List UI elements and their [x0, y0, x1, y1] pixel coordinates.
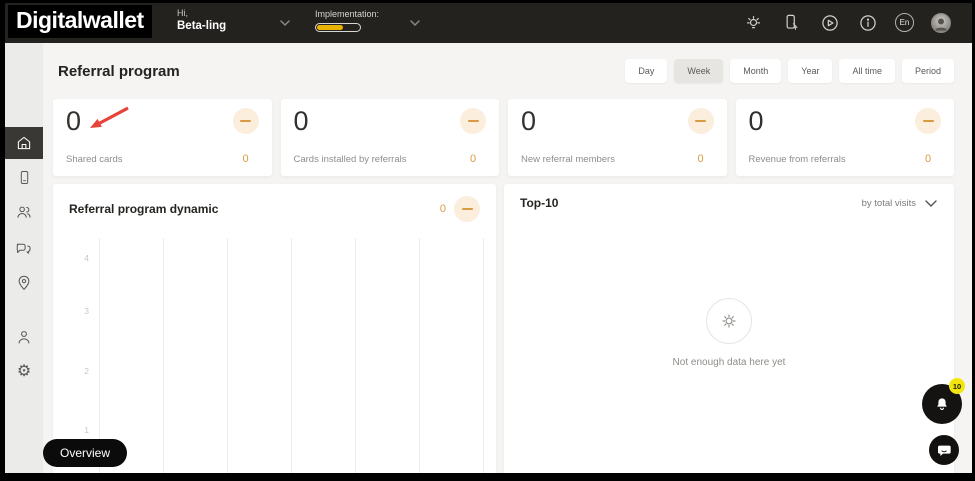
filter-month[interactable]: Month: [730, 59, 782, 83]
filter-day[interactable]: Day: [625, 59, 668, 83]
chat-bubble-icon: [938, 445, 951, 456]
sidebar-item-clients[interactable]: [5, 196, 43, 228]
stat-label: Revenue from referrals: [748, 154, 846, 165]
referral-dynamic-panel: Referral program dynamic 0 4 3 2 1: [53, 184, 496, 473]
play-video-icon[interactable]: [819, 12, 840, 33]
support-chat-button[interactable]: [929, 435, 959, 465]
filter-alltime[interactable]: All time: [839, 59, 895, 83]
stat-card-new-members: 0 New referral members 0: [508, 99, 727, 176]
chevron-down-icon[interactable]: [409, 19, 421, 27]
gridline: [163, 238, 164, 473]
gridline: [483, 238, 484, 473]
stat-label: New referral members: [521, 154, 615, 165]
idea-bulb-icon[interactable]: [743, 12, 764, 33]
person-icon: [18, 331, 30, 344]
app-window: Digitalwallet Hi, Beta-ling Implementati…: [0, 0, 975, 481]
viewport: Digitalwallet Hi, Beta-ling Implementati…: [5, 3, 972, 473]
users-icon: [17, 206, 31, 218]
gridline: [355, 238, 356, 473]
progress-bar: [315, 23, 361, 32]
info-icon[interactable]: [857, 12, 878, 33]
minus-badge-icon[interactable]: [915, 108, 941, 134]
chevron-down-icon[interactable]: [279, 19, 291, 27]
gridline: [419, 238, 420, 473]
sun-icon: [722, 314, 736, 328]
progress-fill: [317, 25, 343, 30]
avatar[interactable]: [931, 12, 951, 33]
sort-dropdown[interactable]: by total visits: [862, 198, 938, 209]
main-content: Referral program Day Week Month Year All…: [43, 43, 972, 473]
panel-title: Referral program dynamic: [69, 202, 219, 216]
sidebar-item-chats[interactable]: [5, 232, 43, 264]
stat-card-cards-installed: 0 Cards installed by referrals 0: [280, 99, 499, 176]
implementation-progress: Implementation:: [315, 9, 379, 32]
y-axis-tick: 3: [84, 306, 89, 316]
y-axis-tick: 1: [84, 425, 89, 435]
sidebar: ⚙: [5, 43, 43, 473]
stat-card-revenue: 0 Revenue from referrals 0: [735, 99, 954, 176]
stat-value: 0: [748, 106, 764, 136]
user-greeting[interactable]: Hi, Beta-ling: [177, 8, 226, 32]
bell-icon: [937, 398, 947, 410]
sidebar-item-staff[interactable]: [5, 321, 43, 353]
stat-counter: 0: [924, 153, 932, 165]
greeting-name: Beta-ling: [177, 20, 227, 32]
top10-panel: Top-10 by total visits Not enough data h…: [504, 184, 954, 473]
stats-row: 0 Shared cards 0 0 Cards installed by re…: [53, 99, 954, 176]
filter-year[interactable]: Year: [788, 59, 833, 83]
header-icons: En: [743, 12, 951, 33]
minus-badge-icon[interactable]: [232, 108, 259, 134]
stat-value: 0: [293, 106, 309, 136]
notification-count-badge: 10: [949, 378, 965, 394]
chats-icon: [16, 243, 31, 254]
panel-counter: 0: [439, 203, 446, 215]
y-axis-tick: 4: [84, 253, 89, 263]
stat-counter: 0: [697, 153, 704, 165]
sort-label: by total visits: [861, 197, 916, 209]
filter-week[interactable]: Week: [674, 59, 724, 83]
minus-badge-icon[interactable]: [460, 108, 486, 134]
stat-value: 0: [521, 106, 537, 136]
stat-label: Cards installed by referrals: [293, 154, 407, 165]
gridline: [227, 238, 228, 473]
greeting-hi: Hi,: [177, 8, 188, 18]
charts-row: Referral program dynamic 0 4 3 2 1 Top-1…: [53, 184, 954, 473]
minus-badge-icon[interactable]: [454, 196, 480, 222]
sidebar-item-cards[interactable]: [5, 161, 43, 193]
page-title: Referral program: [58, 62, 180, 80]
stat-counter: 0: [469, 153, 477, 165]
stat-counter: 0: [242, 153, 249, 165]
y-axis-tick: 2: [84, 366, 89, 376]
sidebar-item-home[interactable]: [5, 127, 43, 159]
filter-period[interactable]: Period: [901, 59, 954, 83]
annotation-arrow: [90, 106, 129, 128]
title-row: Referral program Day Week Month Year All…: [58, 59, 954, 83]
time-filters: Day Week Month Year All time Period: [625, 59, 954, 83]
panel-title: Top-10: [520, 196, 559, 210]
overview-tour-pill[interactable]: Overview: [43, 439, 128, 467]
sidebar-item-settings[interactable]: ⚙: [5, 356, 43, 388]
chevron-down-icon: [925, 199, 937, 207]
gear-icon: ⚙: [16, 363, 32, 380]
sidebar-item-locations[interactable]: [5, 267, 43, 299]
stat-label: Shared cards: [66, 154, 123, 165]
notifications-button[interactable]: 10: [922, 378, 965, 424]
empty-state-text: Not enough data here yet: [672, 357, 786, 368]
card-terminal-icon: [20, 170, 28, 184]
implementation-label: Implementation:: [315, 9, 380, 19]
mobile-demo-icon[interactable]: [781, 12, 802, 33]
empty-state: Not enough data here yet: [520, 298, 938, 368]
top-header: Digitalwallet Hi, Beta-ling Implementati…: [5, 3, 972, 43]
gridline: [291, 238, 292, 473]
home-icon: [17, 136, 31, 150]
minus-badge-icon[interactable]: [687, 108, 714, 134]
location-pin-icon: [18, 275, 30, 290]
gridline: [99, 238, 100, 473]
language-switch[interactable]: En: [895, 13, 914, 32]
chart-plot-area: 4 3 2 1: [69, 238, 484, 473]
logo[interactable]: Digitalwallet: [8, 5, 152, 38]
